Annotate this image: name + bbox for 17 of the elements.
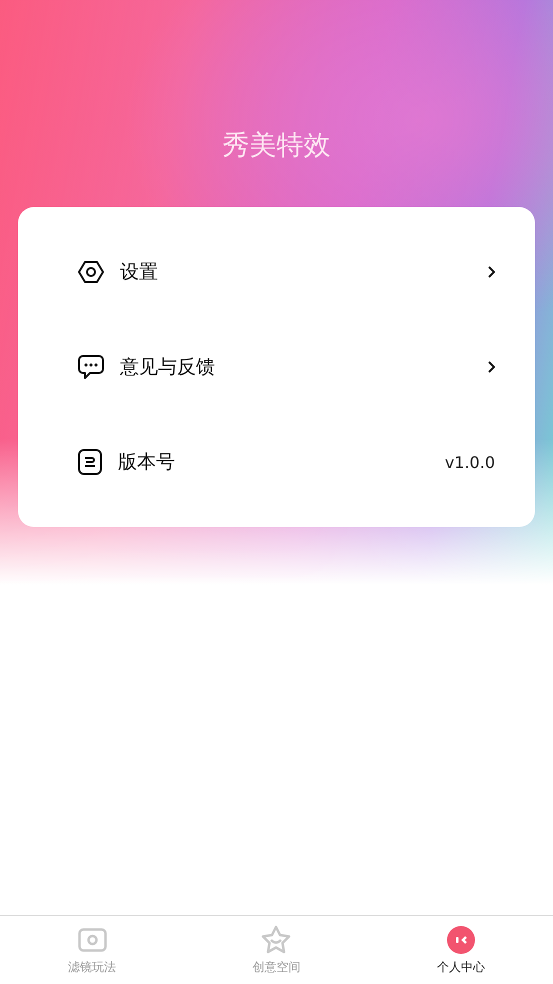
tab-label: 滤镜玩法 bbox=[68, 958, 116, 976]
camera-icon bbox=[78, 928, 107, 952]
menu-item[interactable]: 设置 bbox=[120, 259, 487, 285]
tab[interactable]: 个人中心 bbox=[368, 916, 553, 984]
chevron-icon[interactable] bbox=[487, 266, 495, 278]
tab-label: 创意空间 bbox=[252, 958, 300, 976]
version-number: v1.0.0 bbox=[444, 452, 495, 472]
settings-icon bbox=[78, 260, 104, 284]
tab-label: 个人中心 bbox=[436, 958, 485, 976]
star-icon bbox=[260, 924, 292, 954]
menu-item[interactable]: 版本号 bbox=[118, 449, 445, 475]
document-icon bbox=[78, 449, 102, 475]
chat-icon bbox=[78, 354, 104, 380]
app-title: 秀美特效 bbox=[222, 129, 332, 163]
menu-item[interactable]: 意见与反馈 bbox=[120, 354, 487, 380]
profile-icon bbox=[446, 924, 476, 954]
chevron-icon[interactable] bbox=[487, 361, 495, 373]
